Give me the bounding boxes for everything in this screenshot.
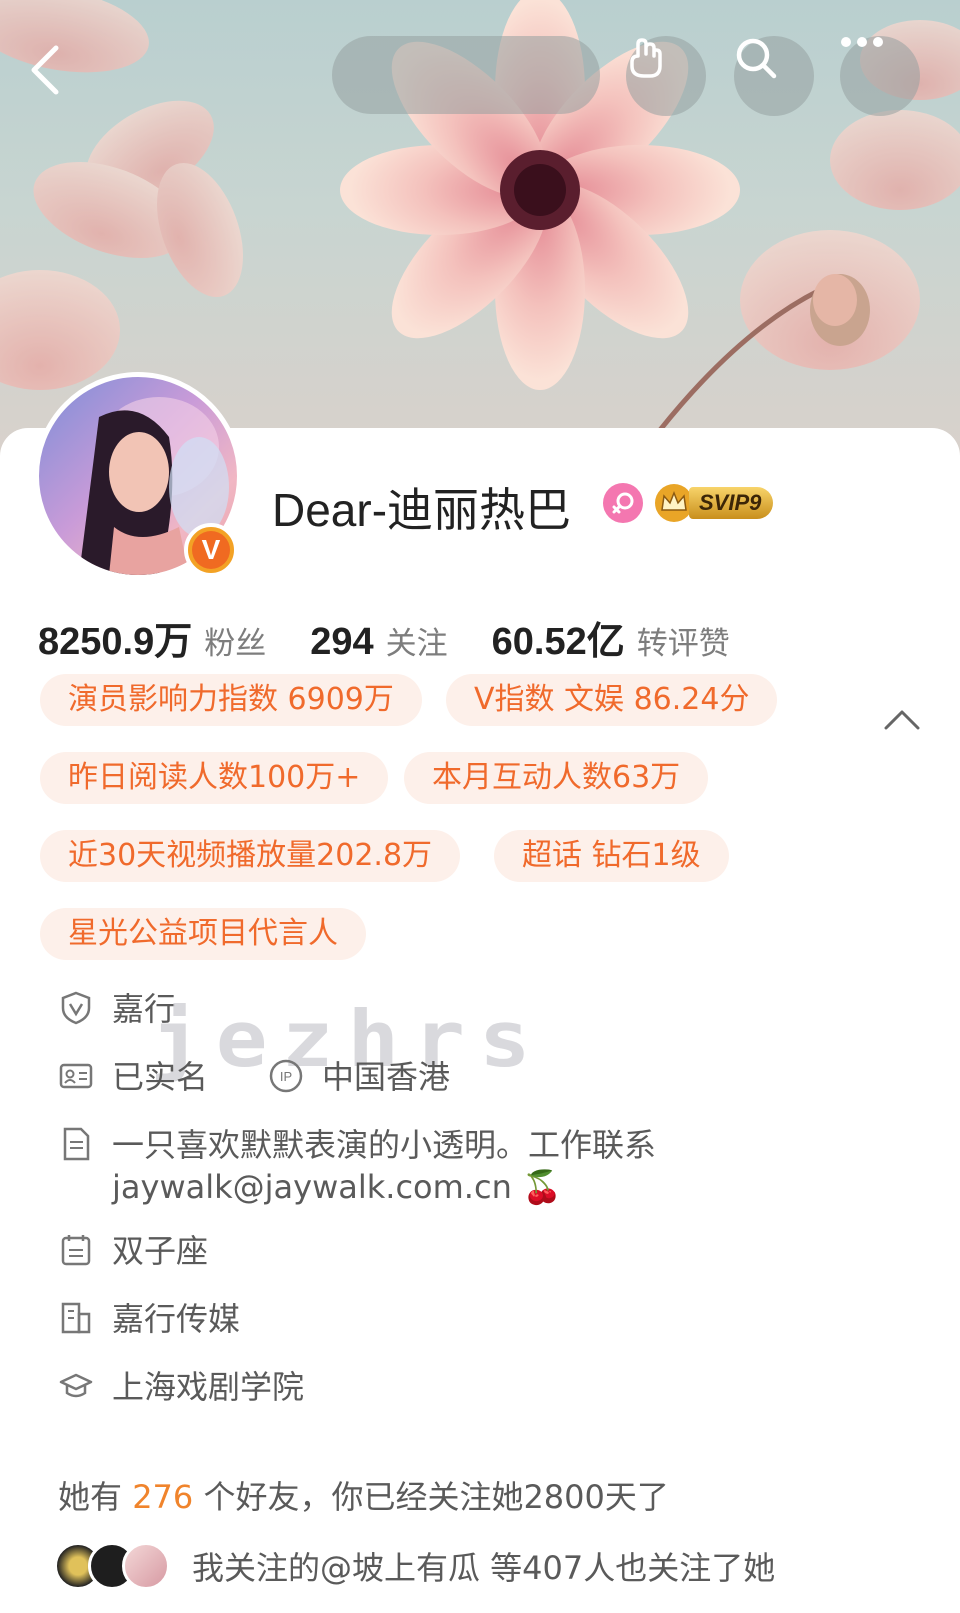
calendar-icon [61, 1235, 91, 1266]
stat-value: 60.52亿 [491, 621, 625, 663]
avatar [122, 1542, 170, 1590]
bio-email[interactable]: jaywalk@jaywalk.com.cn 🍒 [112, 1166, 656, 1208]
friends-summary[interactable]: 她有 276 个好友，你已经关注她2800天了 [58, 1472, 669, 1518]
stats-row: 8250.9万 粉丝 294 关注 60.52亿 转评赞 [38, 610, 774, 665]
search-bar[interactable] [332, 36, 600, 114]
chevron-up-icon[interactable] [878, 700, 926, 736]
stat-followers[interactable]: 8250.9万 粉丝 [38, 610, 266, 665]
mutual-followers[interactable]: 我关注的@坡上有瓜 等407人也关注了她 [54, 1542, 775, 1590]
mutual-text: 我关注的@坡上有瓜 等407人也关注了她 [192, 1549, 776, 1587]
company-text: 嘉行传媒 [112, 1300, 241, 1338]
stat-label: 转评赞 [636, 626, 730, 662]
tag-super-topic[interactable]: 超话 钻石1级 [494, 830, 729, 882]
tag-video-plays[interactable]: 近30天视频播放量202.8万 [40, 830, 461, 882]
chevron-left-icon [31, 45, 59, 95]
real-name-text: 已实名 [112, 1058, 209, 1096]
svip-badge[interactable]: SVIP9 [653, 482, 795, 524]
bio-line: 一只喜欢默默表演的小透明。工作联系 [112, 1126, 657, 1164]
search-icon [736, 38, 777, 79]
graduation-cap-icon [59, 1373, 93, 1398]
svip-label: SVIP9 [689, 487, 774, 519]
ip-icon: IP [269, 1059, 303, 1093]
profile-name: Dear-迪丽热巴 [272, 484, 572, 536]
zodiac-row: 双子座 [58, 1230, 208, 1272]
friends-count: 276 [132, 1478, 194, 1516]
friends-prefix: 她有 [58, 1478, 123, 1516]
bio-row: 一只喜欢默默表演的小透明。工作联系 jaywalk@jaywalk.com.cn… [58, 1124, 656, 1208]
stat-value: 8250.9万 [38, 621, 193, 663]
tag-charity[interactable]: 星光公益项目代言人 [40, 908, 366, 960]
back-button[interactable] [28, 44, 88, 104]
ip-location-text: 中国香港 [322, 1058, 451, 1096]
stat-likes[interactable]: 60.52亿 转评赞 [492, 610, 730, 665]
search-button[interactable] [734, 36, 814, 116]
id-card-icon [59, 1063, 93, 1089]
tag-actor-influence[interactable]: 演员影响力指数 6909万 [40, 674, 422, 726]
tag-monthly-interactions[interactable]: 本月互动人数63万 [404, 752, 709, 804]
zodiac-text: 双子座 [112, 1232, 209, 1270]
school-text: 上海戏剧学院 [112, 1368, 305, 1406]
tag-v-index[interactable]: V指数 文娱 86.24分 [446, 674, 778, 726]
verified-badge: V [184, 523, 238, 577]
svg-text:IP: IP [280, 1069, 292, 1084]
shield-v-icon [61, 991, 91, 1025]
gesture-button[interactable] [626, 36, 706, 116]
more-button[interactable] [840, 36, 920, 116]
female-icon [603, 483, 643, 523]
more-dots-icon [841, 37, 883, 47]
document-icon [63, 1127, 90, 1161]
friends-suffix: 个好友，你已经关注她2800天了 [203, 1478, 669, 1516]
hand-heart-icon [630, 38, 662, 78]
building-icon [61, 1302, 91, 1334]
tag-daily-readers[interactable]: 昨日阅读人数100万+ [40, 752, 389, 804]
stat-label: 关注 [385, 626, 448, 662]
company-row[interactable]: 嘉行传媒 [58, 1298, 240, 1340]
stat-value: 294 [310, 621, 374, 663]
identity-row: 已实名 IP 中国香港 [58, 1056, 450, 1098]
stat-following[interactable]: 294 关注 [310, 618, 447, 664]
stat-label: 粉丝 [204, 626, 267, 662]
top-navigation-bar [0, 0, 960, 150]
school-row[interactable]: 上海戏剧学院 [58, 1366, 304, 1408]
